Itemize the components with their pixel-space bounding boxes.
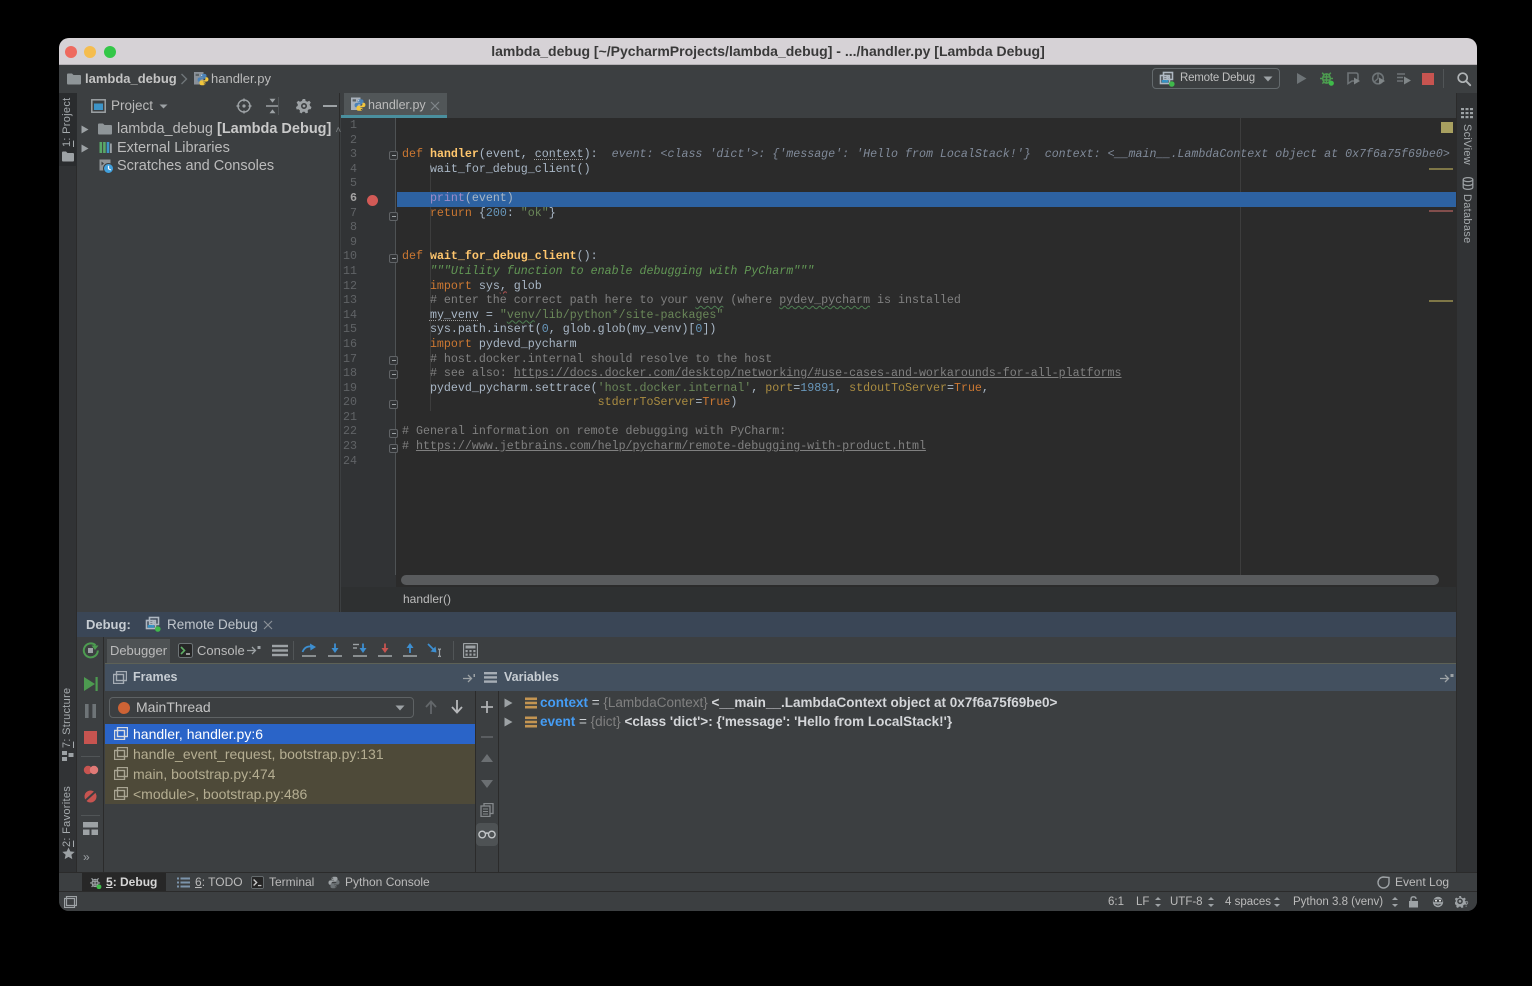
svg-text:?: ? — [1464, 900, 1469, 908]
